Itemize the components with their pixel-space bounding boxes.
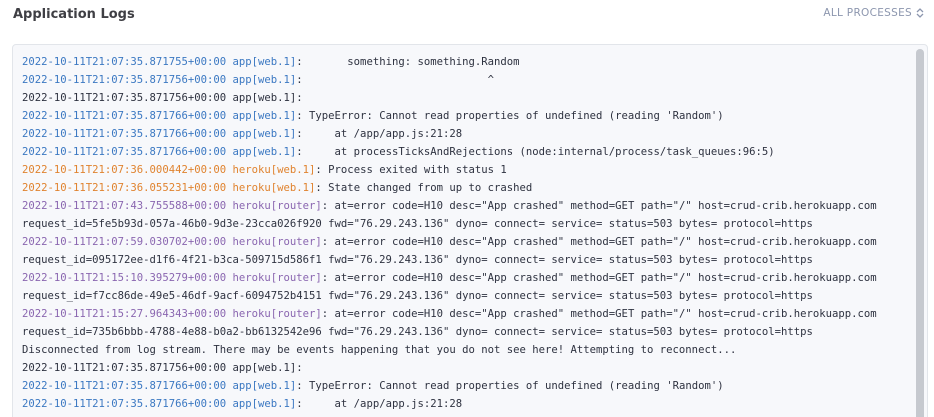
log-line: 2022-10-11T21:07:36.055231+00:00 heroku[… — [22, 179, 911, 197]
log-lines: 2022-10-11T21:07:35.871755+00:00 app[web… — [22, 53, 911, 413]
log-source: heroku[router] — [232, 200, 322, 212]
log-message: : at /app/app.js:21:28 — [296, 398, 463, 410]
log-timestamp: 2022-10-11T21:07:43.755588+00:00 — [22, 200, 227, 212]
chevron-up-down-icon — [916, 8, 924, 18]
log-source: app[web.1] — [232, 380, 297, 392]
log-timestamp: 2022-10-11T21:07:35.871756+00:00 — [22, 74, 227, 86]
log-message: : TypeError: Cannot read properties of u… — [296, 110, 724, 122]
log-timestamp: 2022-10-11T21:07:35.871755+00:00 — [22, 56, 227, 68]
log-message: : TypeError: Cannot read properties of u… — [296, 380, 724, 392]
log-source: heroku[router] — [232, 236, 322, 248]
log-line: 2022-10-11T21:15:27.964343+00:00 heroku[… — [22, 305, 911, 323]
log-line: 2022-10-11T21:07:35.871755+00:00 app[web… — [22, 53, 911, 71]
log-source: app[web.1] — [232, 56, 297, 68]
log-line: 2022-10-11T21:07:35.871766+00:00 app[web… — [22, 143, 911, 161]
log-text: Disconnected from log stream. There may … — [22, 344, 737, 356]
log-timestamp: 2022-10-11T21:07:59.030702+00:00 — [22, 236, 227, 248]
scrollbar-thumb[interactable] — [916, 49, 924, 417]
log-viewer[interactable]: 2022-10-11T21:07:35.871755+00:00 app[web… — [12, 44, 928, 417]
log-source: app[web.1] — [232, 110, 297, 122]
log-source: heroku[router] — [232, 272, 322, 284]
log-timestamp: 2022-10-11T21:07:35.871766+00:00 — [22, 110, 227, 122]
log-text: request_id=5fe5b93d-057a-46b0-9d3e-23cca… — [22, 218, 813, 230]
log-message: : State changed from up to crashed — [315, 182, 533, 194]
log-line: request_id=095172ee-d1f6-4f21-b3ca-50971… — [22, 251, 911, 269]
log-message: : at=error code=H10 desc="App crashed" m… — [321, 236, 877, 248]
log-line: 2022-10-11T21:07:35.871766+00:00 app[web… — [22, 395, 911, 413]
log-line: 2022-10-11T21:07:36.000442+00:00 heroku[… — [22, 161, 911, 179]
log-timestamp: 2022-10-11T21:07:35.871766+00:00 — [22, 380, 227, 392]
log-timestamp: 2022-10-11T21:07:36.055231+00:00 — [22, 182, 227, 194]
log-message: : at=error code=H10 desc="App crashed" m… — [321, 308, 877, 320]
log-timestamp: 2022-10-11T21:07:35.871766+00:00 — [22, 146, 227, 158]
log-timestamp: 2022-10-11T21:15:27.964343+00:00 — [22, 308, 227, 320]
log-text: 2022-10-11T21:07:35.871756+00:00 app[web… — [22, 92, 303, 104]
log-line: request_id=f7cc86de-49e5-46df-9acf-60947… — [22, 287, 911, 305]
log-line: 2022-10-11T21:07:43.755588+00:00 heroku[… — [22, 197, 911, 215]
log-text: request_id=095172ee-d1f6-4f21-b3ca-50971… — [22, 254, 813, 266]
log-line: 2022-10-11T21:07:35.871756+00:00 app[web… — [22, 359, 911, 377]
log-source: app[web.1] — [232, 146, 297, 158]
log-source: app[web.1] — [232, 74, 297, 86]
log-timestamp: 2022-10-11T21:07:35.871766+00:00 — [22, 128, 227, 140]
log-line: request_id=735b6bbb-4788-4e88-b0a2-bb613… — [22, 323, 911, 341]
log-message: : at=error code=H10 desc="App crashed" m… — [321, 200, 877, 212]
log-text: request_id=f7cc86de-49e5-46df-9acf-60947… — [22, 290, 813, 302]
log-message: : ^ — [296, 74, 494, 86]
log-source: heroku[web.1] — [232, 182, 316, 194]
log-message: : at processTicksAndRejections (node:int… — [296, 146, 775, 158]
log-message: : at /app/app.js:21:28 — [296, 128, 463, 140]
process-filter-label: ALL PROCESSES — [823, 7, 912, 19]
page-title: Application Logs — [13, 7, 135, 22]
log-source: heroku[router] — [232, 308, 322, 320]
log-source: app[web.1] — [232, 398, 297, 410]
log-text: request_id=735b6bbb-4788-4e88-b0a2-bb613… — [22, 326, 813, 338]
log-line: 2022-10-11T21:07:35.871766+00:00 app[web… — [22, 107, 911, 125]
log-timestamp: 2022-10-11T21:15:10.395279+00:00 — [22, 272, 227, 284]
log-line: 2022-10-11T21:07:35.871756+00:00 app[web… — [22, 71, 911, 89]
log-source: heroku[web.1] — [232, 164, 316, 176]
log-line: 2022-10-11T21:07:59.030702+00:00 heroku[… — [22, 233, 911, 251]
log-line: 2022-10-11T21:07:35.871766+00:00 app[web… — [22, 125, 911, 143]
log-line: request_id=5fe5b93d-057a-46b0-9d3e-23cca… — [22, 215, 911, 233]
log-line: 2022-10-11T21:15:10.395279+00:00 heroku[… — [22, 269, 911, 287]
scrollbar[interactable] — [915, 47, 925, 417]
log-timestamp: 2022-10-11T21:07:36.000442+00:00 — [22, 164, 227, 176]
log-line: 2022-10-11T21:07:35.871756+00:00 app[web… — [22, 89, 911, 107]
process-filter-dropdown[interactable]: ALL PROCESSES — [823, 7, 924, 19]
log-timestamp: 2022-10-11T21:07:35.871766+00:00 — [22, 398, 227, 410]
log-line: 2022-10-11T21:07:35.871766+00:00 app[web… — [22, 377, 911, 395]
log-message: : at=error code=H10 desc="App crashed" m… — [321, 272, 877, 284]
log-source: app[web.1] — [232, 128, 297, 140]
log-message: : something: something.Random — [296, 56, 520, 68]
log-line: Disconnected from log stream. There may … — [22, 341, 911, 359]
log-text: 2022-10-11T21:07:35.871756+00:00 app[web… — [22, 362, 303, 374]
log-message: : Process exited with status 1 — [315, 164, 507, 176]
logs-header: Application Logs ALL PROCESSES — [0, 0, 934, 44]
